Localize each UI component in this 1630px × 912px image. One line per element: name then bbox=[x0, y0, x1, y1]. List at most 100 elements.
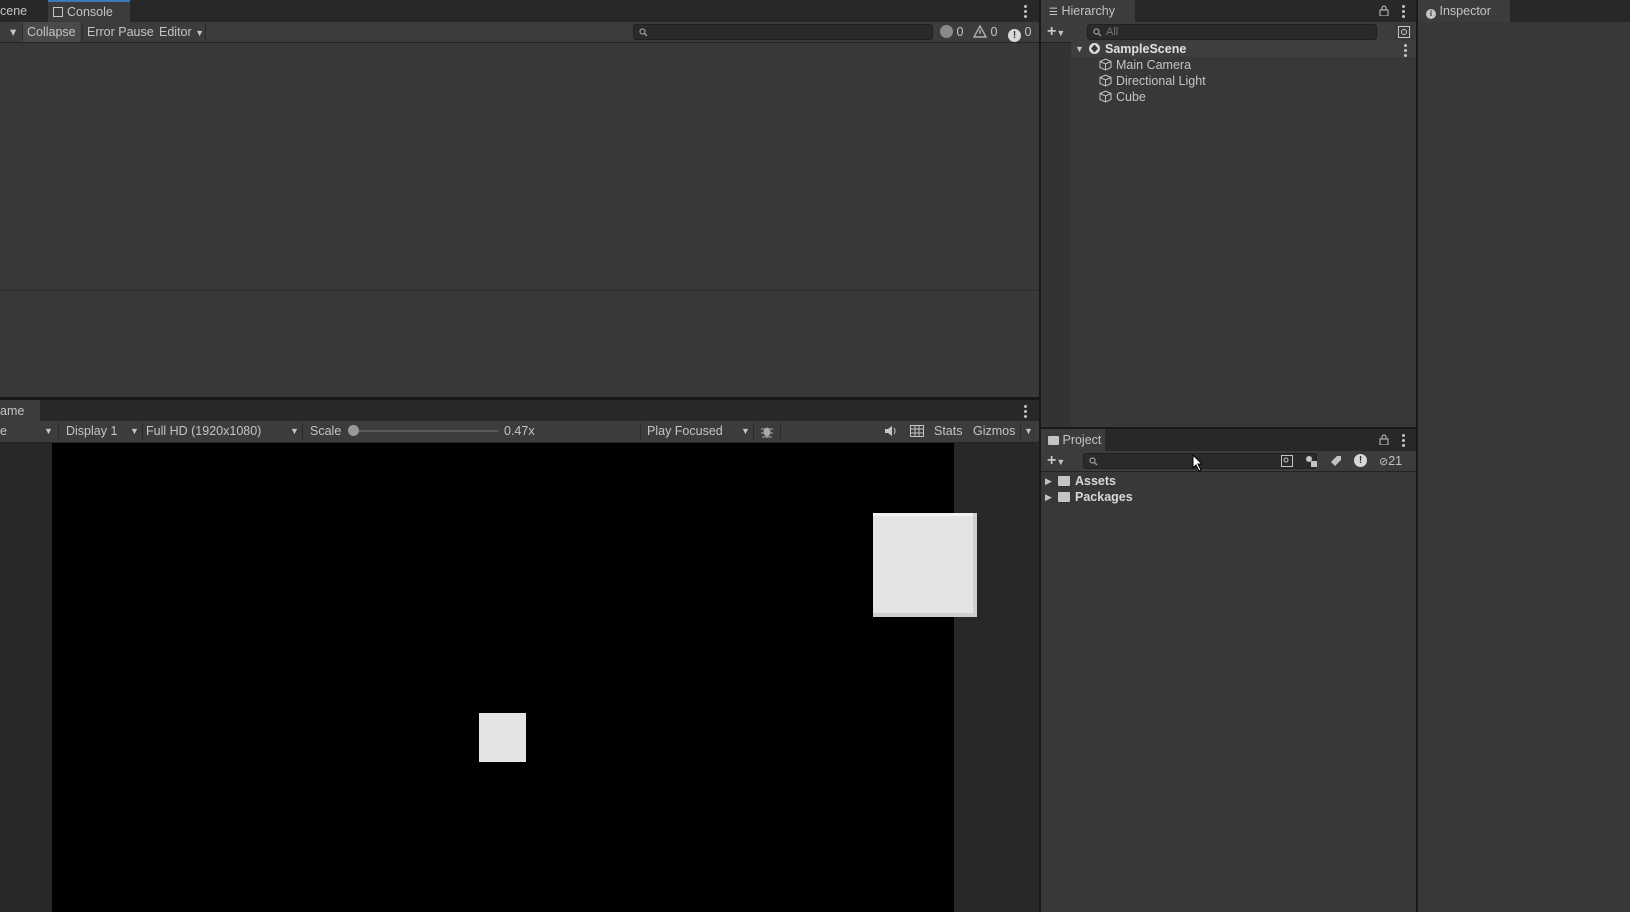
scene-visibility-icon[interactable] bbox=[1398, 26, 1410, 38]
expand-arrow-icon: ▼ bbox=[1075, 44, 1084, 54]
gameobject-icon bbox=[1099, 58, 1112, 71]
console-icon bbox=[53, 7, 63, 17]
chevron-down-icon: ▼ bbox=[290, 426, 299, 436]
game-viewport[interactable] bbox=[52, 443, 954, 912]
chevron-down-icon: ▼ bbox=[44, 426, 53, 436]
game-view-dropdown[interactable]: e ▼ bbox=[0, 421, 54, 441]
stats-button[interactable]: Stats bbox=[934, 421, 963, 441]
hierarchy-search-placeholder: All bbox=[1106, 26, 1119, 38]
scene-menu-icon[interactable] bbox=[1404, 44, 1407, 59]
scene-row[interactable]: ▼ SampleScene bbox=[1071, 41, 1416, 57]
eye-slash-icon: ⊘ bbox=[1379, 456, 1389, 468]
project-menu-icon[interactable] bbox=[1402, 434, 1405, 449]
editor-dropdown[interactable]: Editor ▼ bbox=[159, 22, 204, 42]
console-tab-label: Console bbox=[67, 5, 113, 19]
chevron-down-icon: ▼ bbox=[1056, 457, 1066, 467]
grid-icon[interactable] bbox=[910, 425, 924, 437]
console-tab-bar: cene Console bbox=[0, 0, 1039, 22]
play-mode-dropdown[interactable]: Play Focused ▼ bbox=[647, 421, 751, 441]
tab-inspector[interactable]: i Inspector bbox=[1418, 0, 1510, 22]
alert-icon[interactable]: ! bbox=[1354, 454, 1367, 467]
plus-icon: + bbox=[1047, 452, 1057, 469]
hidden-packages-toggle[interactable]: ⊘21 bbox=[1379, 451, 1402, 471]
chevron-down-icon: ▼ bbox=[130, 426, 139, 436]
tab-game[interactable]: ame bbox=[0, 400, 40, 422]
tab-project[interactable]: Project bbox=[1041, 429, 1105, 451]
inspector-tab-label: Inspector bbox=[1439, 4, 1491, 18]
gizmos-button[interactable]: Gizmos bbox=[973, 421, 1015, 441]
console-toolbar: ▾ Collapse Error Pause Editor ▼ 0 0 ! 0 bbox=[0, 22, 1039, 43]
divider bbox=[1020, 423, 1021, 439]
console-panel: cene Console ▾ Collapse Error Pause Edit… bbox=[0, 0, 1039, 400]
divider bbox=[753, 423, 754, 439]
inspector-tab-bar: i Inspector bbox=[1418, 0, 1630, 22]
cube-large bbox=[873, 513, 977, 617]
divider bbox=[142, 423, 143, 439]
error-icon: ! bbox=[1008, 29, 1021, 42]
log-toggle[interactable]: 0 bbox=[940, 22, 963, 42]
clear-dropdown-arrow[interactable]: ▾ bbox=[10, 22, 16, 42]
scale-value: 0.47x bbox=[504, 424, 535, 438]
tab-scene[interactable]: cene bbox=[0, 0, 44, 22]
hierarchy-gutter bbox=[1041, 43, 1071, 427]
error-pause-button[interactable]: Error Pause bbox=[87, 22, 154, 42]
list-icon: ☰ bbox=[1049, 7, 1058, 18]
lock-icon[interactable] bbox=[1379, 434, 1389, 445]
warning-icon bbox=[973, 25, 987, 38]
hierarchy-toolbar: +▼ All bbox=[1041, 22, 1416, 43]
create-button[interactable]: +▼ bbox=[1047, 22, 1065, 42]
project-tab-bar: Project bbox=[1041, 429, 1416, 451]
warning-toggle[interactable]: 0 bbox=[973, 22, 997, 42]
chevron-down-icon: ▼ bbox=[195, 28, 205, 38]
game-view-left-margin bbox=[0, 443, 52, 912]
error-count: 0 bbox=[1024, 25, 1032, 39]
tab-console[interactable]: Console bbox=[48, 0, 130, 22]
folder-label: Packages bbox=[1075, 490, 1133, 504]
scale-slider-thumb[interactable] bbox=[348, 425, 359, 436]
folder-icon bbox=[1058, 492, 1070, 502]
info-icon: i bbox=[1426, 9, 1436, 19]
editor-dropdown-label: Editor bbox=[159, 25, 192, 39]
hierarchy-item-label: Cube bbox=[1116, 90, 1146, 104]
chevron-down-icon: ▼ bbox=[1056, 28, 1066, 38]
search-icon bbox=[639, 28, 648, 37]
game-menu-icon[interactable] bbox=[1024, 405, 1027, 420]
collapse-button[interactable]: Collapse bbox=[23, 22, 80, 42]
display-dropdown[interactable]: Display 1 ▼ bbox=[66, 421, 140, 441]
gizmos-dropdown-arrow[interactable]: ▼ bbox=[1024, 421, 1033, 441]
hierarchy-tab-bar: ☰ Hierarchy bbox=[1041, 0, 1416, 22]
scale-label: Scale bbox=[310, 424, 342, 438]
folder-icon bbox=[1058, 476, 1070, 486]
game-view-dropdown-label: e bbox=[0, 424, 7, 438]
divider bbox=[640, 423, 641, 439]
game-toolbar: e ▼ Display 1 ▼ Full HD (1920x1080) ▼ Sc… bbox=[0, 421, 1039, 443]
hierarchy-item-label: Directional Light bbox=[1116, 74, 1206, 88]
audio-icon[interactable] bbox=[884, 425, 898, 437]
scene-name: SampleScene bbox=[1105, 42, 1187, 56]
tab-hierarchy[interactable]: ☰ Hierarchy bbox=[1041, 0, 1135, 22]
expand-arrow-icon: ▶ bbox=[1045, 476, 1052, 486]
resolution-dropdown[interactable]: Full HD (1920x1080) ▼ bbox=[146, 421, 300, 441]
gameobject-icon bbox=[1099, 74, 1112, 87]
error-toggle[interactable]: ! 0 bbox=[1008, 22, 1031, 42]
console-log-list[interactable] bbox=[0, 43, 1039, 290]
resolution-dropdown-label: Full HD (1920x1080) bbox=[146, 424, 262, 438]
create-button[interactable]: +▼ bbox=[1047, 451, 1065, 471]
display-dropdown-label: Display 1 bbox=[66, 424, 118, 438]
console-menu-icon[interactable] bbox=[1024, 5, 1027, 20]
project-tab-label: Project bbox=[1062, 433, 1102, 447]
console-search-input[interactable] bbox=[633, 24, 933, 40]
scale-slider[interactable] bbox=[348, 425, 498, 436]
game-panel: ame e ▼ Display 1 ▼ Full HD (1920x1080) … bbox=[0, 400, 1039, 912]
search-by-type-icon[interactable] bbox=[1281, 455, 1293, 467]
bug-icon[interactable] bbox=[760, 424, 774, 438]
hierarchy-menu-icon[interactable] bbox=[1402, 5, 1405, 20]
project-panel: Project +▼ ! ⊘21 ▶ Assets ▶ Packages bbox=[1041, 429, 1416, 912]
folder-icon bbox=[1048, 436, 1059, 445]
hierarchy-item-label: Main Camera bbox=[1116, 58, 1192, 72]
label-icon[interactable] bbox=[1330, 455, 1342, 467]
hierarchy-search-input[interactable]: All bbox=[1087, 24, 1377, 40]
gameobject-icon bbox=[1099, 90, 1112, 103]
lock-icon[interactable] bbox=[1379, 5, 1389, 16]
filter-by-type-icon[interactable] bbox=[1305, 455, 1317, 467]
